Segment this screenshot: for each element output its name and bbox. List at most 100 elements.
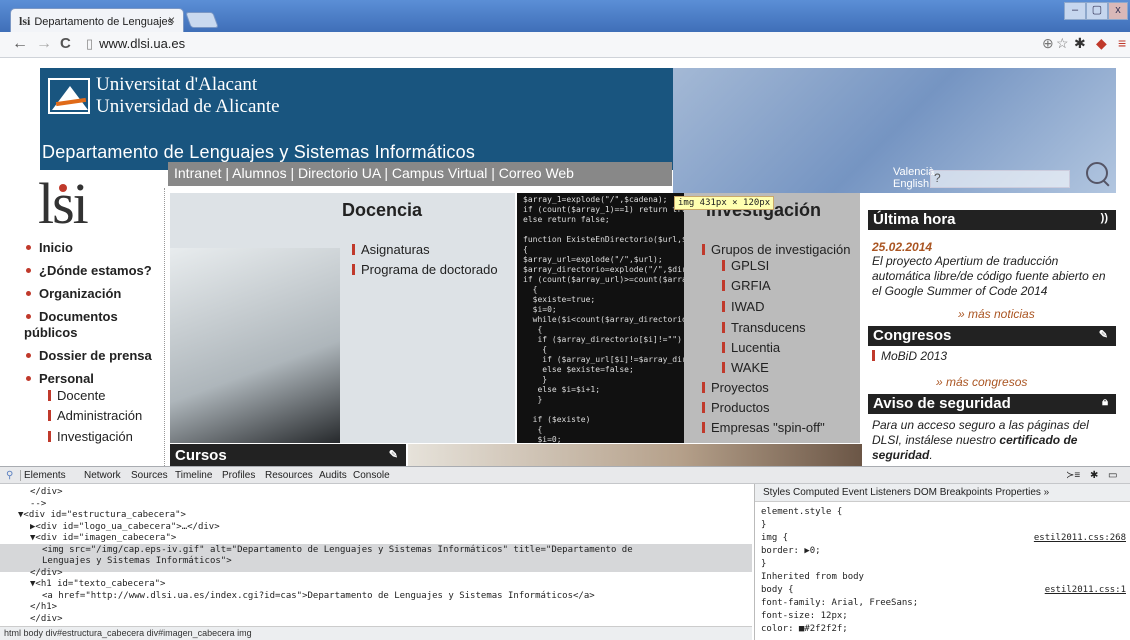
minimize-button[interactable]: –	[1064, 2, 1086, 20]
reload-icon[interactable]: C	[60, 35, 71, 52]
style-rule-line[interactable]: font-family: Arial, FreeSans;	[761, 597, 918, 609]
dom-line[interactable]: </div>	[30, 486, 63, 498]
style-rule-line[interactable]: img {	[761, 532, 788, 544]
search-icon[interactable]: ⚲	[6, 470, 13, 481]
stylesheet-link[interactable]: estil2011.css:1	[1045, 584, 1126, 596]
style-rule-line[interactable]: }	[761, 558, 766, 570]
news-date: 25.02.2014	[872, 240, 933, 254]
style-rule-line[interactable]: }	[761, 519, 766, 531]
aviso-end: .	[929, 448, 933, 462]
menu-investigacion[interactable]: Investigación	[48, 429, 133, 444]
dom-line[interactable]: -->	[30, 498, 46, 510]
asignaturas-link[interactable]: Asignaturas	[352, 242, 430, 257]
aviso-text: Para un acceso seguro a las páginas del …	[872, 418, 1112, 463]
tab-sources[interactable]: Sources	[131, 470, 168, 481]
group-link[interactable]: GRFIA	[722, 278, 771, 293]
extension-icon[interactable]: ◆	[1096, 35, 1107, 52]
dom-line[interactable]: </h1>	[30, 601, 57, 613]
menu-personal[interactable]: Personal	[24, 371, 94, 386]
dom-line[interactable]: ▼<div id="estructura_cabecera">	[18, 509, 186, 521]
productos-link[interactable]: Productos	[702, 400, 770, 415]
top-links[interactable]: Intranet | Alumnos | Directorio UA | Cam…	[168, 162, 672, 186]
dom-breadcrumb[interactable]: html body div#estructura_cabecera div#im…	[0, 626, 752, 640]
dom-line[interactable]: Lenguajes y Sistemas Informáticos">	[42, 555, 232, 567]
university-name-es[interactable]: Universidad de Alicante	[96, 96, 280, 118]
ua-logo-icon[interactable]	[48, 78, 90, 114]
stylesheet-link[interactable]: estil2011.css:268	[1034, 532, 1126, 544]
group-link[interactable]: Transducens	[722, 320, 806, 335]
close-tab-icon[interactable]: ×	[168, 13, 175, 27]
close-window-button[interactable]: x	[1108, 2, 1128, 20]
group-link[interactable]: IWAD	[722, 299, 764, 314]
tab-console[interactable]: Console	[353, 470, 390, 481]
menu-icon[interactable]: ≡	[1118, 35, 1126, 51]
page-icon: ▯	[86, 36, 94, 51]
menu-dossier[interactable]: Dossier de prensa	[24, 348, 152, 363]
dom-line[interactable]: <img src="/img/cap.eps-iv.gif" alt="Depa…	[42, 544, 633, 556]
department-title[interactable]: Departamento de Lenguajes y Sistemas Inf…	[42, 142, 475, 163]
style-rule-line[interactable]: color: ■#2f2f2f;	[761, 623, 848, 635]
dom-line[interactable]: ▶<div id="logo_ua_cabecera">…</div>	[30, 521, 220, 533]
address-bar[interactable]: ▯ www.dlsi.ua.es	[86, 34, 1036, 55]
lang-english-link[interactable]: English	[893, 178, 934, 190]
console-drawer-icon[interactable]: ≻≡	[1066, 470, 1080, 481]
tab-audits[interactable]: Audits	[319, 470, 347, 481]
news-text[interactable]: El proyecto Apertium de traducción autom…	[872, 254, 1112, 299]
lsi-logo[interactable]: lsi	[38, 170, 89, 237]
congreso-link[interactable]: MoBiD 2013	[872, 349, 947, 363]
dock-icon[interactable]: ▭	[1108, 470, 1117, 481]
back-icon[interactable]: ←	[12, 35, 28, 53]
settings-icon[interactable]: ✱	[1090, 470, 1098, 481]
cursos-photo	[408, 444, 862, 466]
mas-congresos-link[interactable]: » más congresos	[936, 375, 1027, 389]
pencil-icon[interactable]: ✎	[389, 448, 398, 461]
menu-inicio[interactable]: Inicio	[24, 240, 73, 255]
proyectos-link[interactable]: Proyectos	[702, 380, 769, 395]
menu-docente[interactable]: Docente	[48, 388, 105, 403]
grupos-link[interactable]: Grupos de investigación	[702, 242, 850, 257]
menu-organizacion[interactable]: Organización	[24, 286, 121, 301]
star-icon[interactable]: ☆	[1056, 35, 1069, 52]
forward-icon[interactable]: →	[36, 35, 52, 53]
maximize-button[interactable]: ▢	[1086, 2, 1108, 20]
browser-tab[interactable]: lsi Departamento de Lenguajes ×	[10, 8, 184, 32]
rss-icon[interactable]: ))	[1101, 212, 1108, 224]
styles-tabs[interactable]: Styles Computed Event Listeners DOM Brea…	[755, 484, 1130, 502]
tab-profiles[interactable]: Profiles	[222, 470, 255, 481]
dom-line[interactable]: ▼<div id="imagen_cabecera">	[30, 532, 176, 544]
congresos-header: Congresos ✎	[868, 326, 1116, 346]
menu-administracion[interactable]: Administración	[48, 408, 142, 423]
search-icon[interactable]	[1086, 162, 1108, 184]
menu-donde-estamos[interactable]: ¿Dónde estamos?	[24, 263, 152, 278]
congresos-title: Congresos	[873, 327, 952, 344]
docencia-title[interactable]: Docencia	[342, 200, 422, 221]
style-rule-line[interactable]: border: ▶0;	[761, 545, 821, 557]
mas-noticias-link[interactable]: » más noticias	[958, 307, 1035, 321]
group-link[interactable]: GPLSI	[722, 258, 769, 273]
style-rule-line[interactable]: body {	[761, 584, 794, 596]
new-tab-button[interactable]	[185, 12, 219, 28]
doctorado-link[interactable]: Programa de doctorado	[352, 262, 498, 277]
pencil-icon[interactable]: ✎	[1099, 328, 1108, 341]
tab-resources[interactable]: Resources	[265, 470, 313, 481]
dom-line[interactable]: </div>	[30, 613, 63, 625]
ultima-hora-title: Última hora	[873, 211, 956, 228]
tab-network[interactable]: Network	[84, 470, 121, 481]
style-rule-line[interactable]: Inherited from body	[761, 571, 864, 583]
tab-timeline[interactable]: Timeline	[175, 470, 212, 481]
lang-valencia-link[interactable]: Valencià	[893, 166, 934, 178]
style-rule-line[interactable]: font-size: 12px;	[761, 610, 848, 622]
gear-icon[interactable]: ✱	[1074, 35, 1086, 52]
group-link[interactable]: WAKE	[722, 360, 769, 375]
dom-line[interactable]: <a href="http://www.dlsi.ua.es/index.cgi…	[42, 590, 595, 602]
zoom-icon[interactable]: ⊕	[1042, 35, 1054, 52]
tab-elements[interactable]: Elements	[20, 470, 66, 481]
style-rule-line[interactable]: element.style {	[761, 506, 842, 518]
university-name-ca[interactable]: Universitat d'Alacant	[96, 74, 257, 96]
dom-line[interactable]: ▼<h1 id="texto_cabecera">	[30, 578, 165, 590]
spin-off-link[interactable]: Empresas "spin-off"	[702, 420, 825, 435]
menu-documentos[interactable]: Documentos públicos	[24, 309, 144, 341]
group-link[interactable]: Lucentia	[722, 340, 780, 355]
dom-line[interactable]: </div>	[30, 567, 63, 579]
search-input[interactable]: ?	[930, 170, 1070, 188]
